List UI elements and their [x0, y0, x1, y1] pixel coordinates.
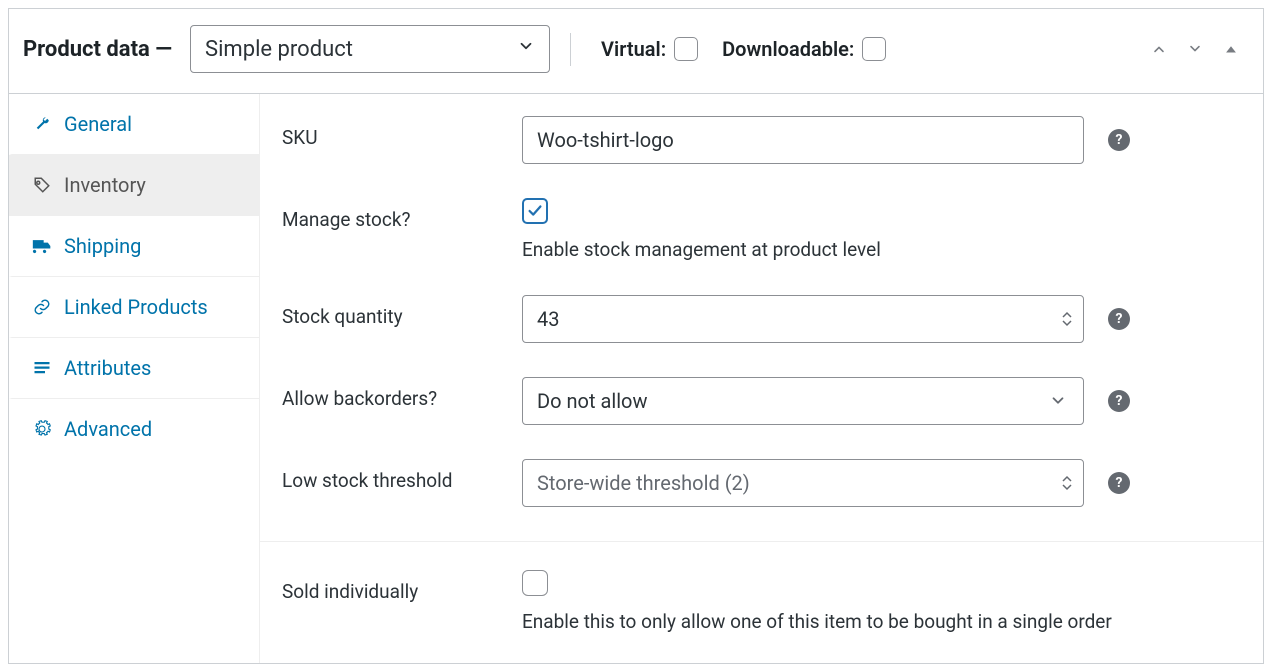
- low-stock-input[interactable]: Store-wide threshold (2): [522, 459, 1084, 507]
- manage-stock-checkbox[interactable]: [522, 198, 548, 224]
- tab-inventory[interactable]: Inventory: [9, 155, 259, 216]
- virtual-toggle: Virtual:: [601, 37, 698, 61]
- manage-stock-desc: Enable stock management at product level: [522, 238, 881, 261]
- number-stepper-icon[interactable]: [1061, 475, 1073, 491]
- help-icon[interactable]: ?: [1108, 390, 1130, 412]
- backorders-label: Allow backorders?: [282, 377, 522, 410]
- chevron-down-icon[interactable]: [1183, 37, 1207, 61]
- number-stepper-icon[interactable]: [1061, 311, 1073, 327]
- backorders-select[interactable]: Do not allow: [522, 377, 1084, 425]
- row-sold-individually: Sold individually Enable this to only al…: [282, 570, 1241, 633]
- content-area: SKU Woo-tshirt-logo ? Manage stock? Enab…: [259, 94, 1263, 663]
- product-type-select[interactable]: Simple product: [190, 25, 550, 73]
- tab-attributes[interactable]: Attributes: [9, 338, 259, 399]
- stock-qty-value: 43: [537, 307, 559, 331]
- low-stock-label: Low stock threshold: [282, 459, 522, 492]
- virtual-label: Virtual:: [601, 37, 666, 61]
- product-type-value: Simple product: [205, 37, 353, 62]
- tab-shipping[interactable]: Shipping: [9, 216, 259, 277]
- list-icon: [32, 360, 52, 376]
- tab-label: General: [64, 112, 132, 136]
- downloadable-label: Downloadable:: [722, 37, 854, 61]
- tab-linked-products[interactable]: Linked Products: [9, 277, 259, 338]
- product-data-panel: Product data — Simple product Virtual: D…: [8, 8, 1264, 664]
- help-icon[interactable]: ?: [1108, 472, 1130, 494]
- tag-icon: [32, 176, 52, 194]
- tab-general[interactable]: General: [9, 94, 259, 155]
- low-stock-placeholder: Store-wide threshold (2): [537, 471, 750, 495]
- downloadable-toggle: Downloadable:: [722, 37, 886, 61]
- wrench-icon: [32, 115, 52, 133]
- backorders-value: Do not allow: [537, 389, 648, 413]
- row-sku: SKU Woo-tshirt-logo ?: [282, 116, 1241, 164]
- manage-stock-label: Manage stock?: [282, 198, 522, 231]
- row-manage-stock: Manage stock? Enable stock management at…: [282, 198, 1241, 261]
- sold-individually-desc: Enable this to only allow one of this it…: [522, 610, 1112, 633]
- panel-title: Product data —: [23, 37, 172, 62]
- stock-qty-label: Stock quantity: [282, 295, 522, 328]
- tab-label: Attributes: [64, 356, 151, 380]
- tab-label: Advanced: [64, 417, 152, 441]
- sku-label: SKU: [282, 116, 522, 149]
- tab-label: Linked Products: [64, 295, 208, 319]
- link-icon: [32, 298, 52, 316]
- sold-individually-label: Sold individually: [282, 570, 522, 603]
- header-separator: [570, 33, 571, 66]
- virtual-checkbox[interactable]: [674, 37, 698, 61]
- chevron-down-icon: [517, 37, 535, 62]
- header-controls: [1147, 37, 1243, 61]
- row-allow-backorders: Allow backorders? Do not allow ?: [282, 377, 1241, 425]
- stock-qty-input[interactable]: 43: [522, 295, 1084, 343]
- gear-icon: [32, 420, 52, 438]
- panel-header: Product data — Simple product Virtual: D…: [9, 9, 1263, 94]
- row-stock-quantity: Stock quantity 43 ?: [282, 295, 1241, 343]
- help-icon[interactable]: ?: [1108, 129, 1130, 151]
- downloadable-checkbox[interactable]: [862, 37, 886, 61]
- collapse-triangle-icon[interactable]: [1219, 37, 1243, 61]
- chevron-down-icon: [1049, 392, 1067, 410]
- tab-label: Inventory: [64, 173, 146, 197]
- panel-body: General Inventory Shipping Linked Produc…: [9, 94, 1263, 663]
- sold-individually-checkbox[interactable]: [522, 570, 548, 596]
- sku-input[interactable]: Woo-tshirt-logo: [522, 116, 1084, 164]
- row-low-stock: Low stock threshold Store-wide threshold…: [282, 459, 1241, 507]
- sku-value: Woo-tshirt-logo: [537, 128, 674, 152]
- chevron-up-icon[interactable]: [1147, 37, 1171, 61]
- truck-icon: [32, 238, 52, 254]
- tab-label: Shipping: [64, 234, 141, 258]
- help-icon[interactable]: ?: [1108, 308, 1130, 330]
- sidebar: General Inventory Shipping Linked Produc…: [9, 94, 259, 663]
- tab-advanced[interactable]: Advanced: [9, 399, 259, 459]
- section-divider: [260, 541, 1263, 542]
